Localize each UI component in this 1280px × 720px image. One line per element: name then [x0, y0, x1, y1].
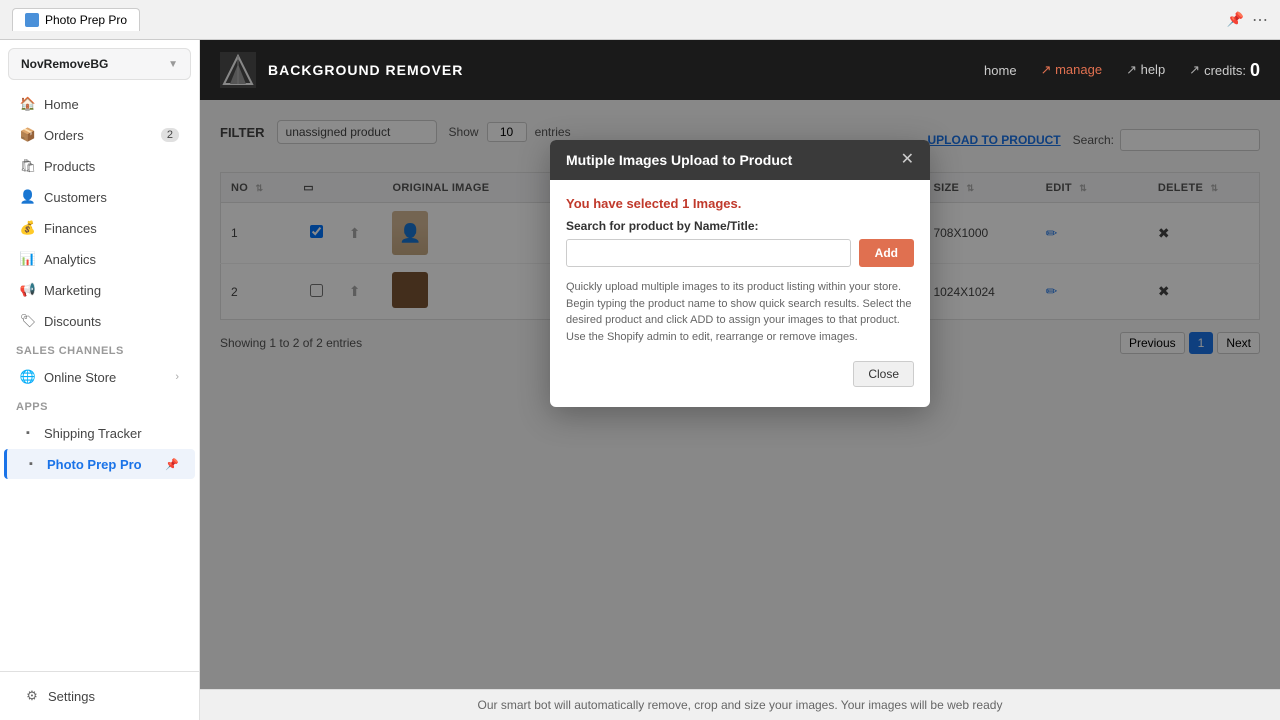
sidebar-item-discounts[interactable]: 🏷 Discounts — [4, 306, 195, 336]
sidebar-item-label: Orders — [44, 128, 84, 143]
store-selector[interactable]: NovRemoveBG ▼ — [8, 48, 191, 80]
home-icon: 🏠 — [20, 96, 36, 112]
shipping-tracker-icon: ▪ — [20, 425, 36, 441]
sidebar-item-orders[interactable]: 📦 Orders 2 — [4, 120, 195, 150]
sidebar-item-customers[interactable]: 👤 Customers — [4, 182, 195, 212]
sidebar-item-analytics[interactable]: 📊 Analytics — [4, 244, 195, 274]
pin-icon[interactable]: 📌 — [1227, 11, 1244, 28]
help-arrow-icon: ↗ — [1126, 62, 1141, 77]
store-arrow-icon: ▼ — [168, 59, 178, 70]
modal-dialog: Mutiple Images Upload to Product ✕ You h… — [550, 140, 930, 407]
settings-label: Settings — [48, 689, 95, 704]
browser-actions: 📌 ⋯ — [1227, 10, 1268, 30]
browser-tab[interactable]: Photo Prep Pro — [12, 8, 140, 31]
logo-icon — [220, 52, 256, 88]
modal-close-x-button[interactable]: ✕ — [901, 152, 914, 168]
products-icon: 🛍 — [20, 158, 36, 174]
shopify-shell: NovRemoveBG ▼ 🏠 Home 📦 Orders 2 🛍 Produc… — [0, 40, 1280, 720]
orders-icon: 📦 — [20, 127, 36, 143]
nav-home[interactable]: home — [984, 63, 1017, 78]
marketing-icon: 📢 — [20, 282, 36, 298]
credits-display: ↗ credits: 0 — [1189, 60, 1260, 81]
store-name: NovRemoveBG — [21, 57, 108, 71]
modal-title: Mutiple Images Upload to Product — [566, 152, 792, 168]
sidebar-item-shipping-tracker[interactable]: ▪ Shipping Tracker — [4, 418, 195, 448]
modal-backdrop: Mutiple Images Upload to Product ✕ You h… — [200, 100, 1280, 689]
credits-count: 0 — [1250, 60, 1260, 81]
sidebar-item-label: Home — [44, 97, 79, 112]
discounts-icon: 🏷 — [20, 313, 36, 329]
apps-section-label: Apps — [0, 393, 199, 417]
sidebar: NovRemoveBG ▼ 🏠 Home 📦 Orders 2 🛍 Produc… — [0, 40, 200, 720]
expand-icon: › — [175, 371, 179, 383]
sidebar-item-products[interactable]: 🛍 Products — [4, 151, 195, 181]
sidebar-item-label: Shipping Tracker — [44, 426, 142, 441]
modal-close-button[interactable]: Close — [853, 361, 914, 387]
online-store-icon: 🌐 — [20, 369, 36, 385]
sidebar-item-online-store[interactable]: 🌐 Online Store › — [4, 362, 195, 392]
sidebar-item-photo-prep-pro[interactable]: ▪ Photo Prep Pro 📌 — [4, 449, 195, 479]
main-content: BACKGROUND REMOVER home ↗ manage ↗ help … — [200, 40, 1280, 720]
tab-favicon — [25, 13, 39, 27]
photo-prep-pro-icon: ▪ — [23, 456, 39, 472]
sidebar-item-label: Photo Prep Pro — [47, 457, 142, 472]
modal-add-button[interactable]: Add — [859, 239, 914, 267]
browser-chrome: Photo Prep Pro 📌 ⋯ — [0, 0, 1280, 40]
sidebar-item-label: Products — [44, 159, 95, 174]
app-nav: home ↗ manage ↗ help ↗ credits: 0 — [984, 60, 1260, 81]
sidebar-bottom: ⚙ Settings — [0, 671, 199, 720]
logo-text-group: BACKGROUND REMOVER — [268, 62, 463, 78]
modal-search-label: Search for product by Name/Title: — [566, 219, 914, 233]
pinned-icon: 📌 — [165, 458, 179, 471]
orders-badge: 2 — [161, 128, 179, 142]
analytics-icon: 📊 — [20, 251, 36, 267]
footer-text: Our smart bot will automatically remove,… — [478, 698, 1003, 712]
customers-icon: 👤 — [20, 189, 36, 205]
sidebar-item-settings[interactable]: ⚙ Settings — [8, 681, 191, 711]
sidebar-item-label: Marketing — [44, 283, 101, 298]
credits-label: credits: — [1204, 63, 1246, 78]
nav-manage[interactable]: ↗ manage — [1041, 62, 1103, 78]
app-header: BACKGROUND REMOVER home ↗ manage ↗ help … — [200, 40, 1280, 100]
sidebar-item-label: Finances — [44, 221, 97, 236]
app-logo-text: BACKGROUND REMOVER — [268, 62, 463, 78]
sidebar-item-label: Analytics — [44, 252, 96, 267]
sidebar-item-label: Customers — [44, 190, 107, 205]
sidebar-item-label: Discounts — [44, 314, 101, 329]
manage-arrow-icon: ↗ — [1041, 62, 1056, 77]
sidebar-item-home[interactable]: 🏠 Home — [4, 89, 195, 119]
sales-channels-section: Sales channels — [0, 337, 199, 361]
sidebar-nav: 🏠 Home 📦 Orders 2 🛍 Products 👤 Customers… — [0, 88, 199, 671]
modal-search-row: Add — [566, 239, 914, 267]
modal-header: Mutiple Images Upload to Product ✕ — [550, 140, 930, 180]
modal-description: Quickly upload multiple images to its pr… — [566, 279, 914, 345]
app-logo: BACKGROUND REMOVER — [220, 52, 463, 88]
modal-body: You have selected 1 Images. Search for p… — [550, 180, 930, 407]
finances-icon: 💰 — [20, 220, 36, 236]
sidebar-item-finances[interactable]: 💰 Finances — [4, 213, 195, 243]
modal-footer: Close — [566, 361, 914, 391]
modal-product-search-input[interactable] — [566, 239, 851, 267]
modal-selected-text: You have selected 1 Images. — [566, 196, 914, 211]
credits-arrow-icon: ↗ — [1189, 62, 1200, 78]
nav-help[interactable]: ↗ help — [1126, 62, 1165, 78]
sidebar-item-marketing[interactable]: 📢 Marketing — [4, 275, 195, 305]
footer-bar: Our smart bot will automatically remove,… — [200, 689, 1280, 720]
sidebar-item-label: Online Store — [44, 370, 116, 385]
more-menu-icon[interactable]: ⋯ — [1252, 10, 1268, 30]
settings-icon: ⚙ — [24, 688, 40, 704]
content-area: FILTER unassigned product Show entries U… — [200, 100, 1280, 689]
tab-label: Photo Prep Pro — [45, 13, 127, 27]
